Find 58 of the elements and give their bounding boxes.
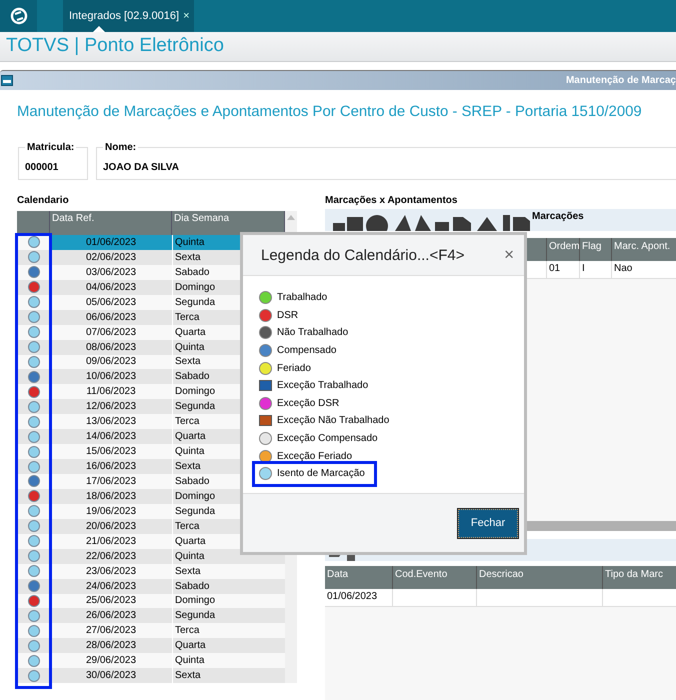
table-cell-text: 17/06/2023 bbox=[84, 474, 138, 489]
table-cell-text: 07/06/2023 bbox=[84, 326, 138, 340]
table-row[interactable]: 30/06/2023 Sexta bbox=[17, 668, 285, 684]
product-title: TOTVS | Ponto Eletrônico bbox=[0, 32, 676, 62]
window-header-title: Manutenção de Marcaç bbox=[566, 75, 676, 86]
table-cell-text: 04/06/2023 bbox=[84, 280, 138, 295]
table-cell-text: 18/06/2023 bbox=[84, 490, 138, 504]
table-cell: I bbox=[580, 261, 612, 278]
table-row[interactable]: 23/06/2023 Sexta bbox=[17, 564, 285, 579]
close-button[interactable]: Fechar bbox=[458, 508, 518, 538]
table-cell-text: 05/06/2023 bbox=[84, 296, 138, 310]
logo-icon[interactable] bbox=[10, 7, 28, 25]
close-icon[interactable]: × bbox=[504, 245, 514, 265]
table-row[interactable]: 26/06/2023 Segunda bbox=[17, 608, 285, 624]
field-label: Nome: bbox=[104, 142, 138, 153]
table-cell: Nao bbox=[612, 261, 676, 278]
table-cell-text: 12/06/2023 bbox=[84, 400, 138, 414]
table-cell-text: 29/06/2023 bbox=[84, 654, 138, 668]
table-cell-text: 23/06/2023 bbox=[84, 564, 138, 579]
table-cell-text: 22/06/2023 bbox=[84, 550, 138, 564]
table-cell-text: 02/06/2023 bbox=[84, 250, 138, 265]
table-row[interactable]: 27/06/2023 Terca bbox=[17, 623, 285, 638]
tab[interactable]: Integrados [02.9.0016] × bbox=[63, 0, 194, 32]
table-row[interactable]: 28/06/2023 Quarta bbox=[17, 638, 285, 654]
page-title: Manutenção de Marcações e Apontamentos Por Centro de Custo - SREP - Portaria 1510/2009 bbox=[16, 103, 643, 122]
table-cell-text: 16/06/2023 bbox=[84, 460, 138, 474]
section-label: Calendario bbox=[17, 195, 70, 207]
table-row[interactable]: 25/06/2023 Domingo bbox=[17, 594, 285, 608]
table-cell-text: 19/06/2023 bbox=[84, 504, 138, 519]
table-cell-text: 13/06/2023 bbox=[84, 415, 138, 430]
field-value: 000001 bbox=[25, 162, 60, 173]
table-cell-text: 20/06/2023 bbox=[84, 520, 138, 534]
table-cell-text: 27/06/2023 bbox=[84, 624, 138, 638]
table-cell-text: 21/06/2023 bbox=[84, 534, 138, 549]
table-cell: 01/06/2023 bbox=[325, 589, 393, 606]
window-icon bbox=[1, 75, 13, 86]
table-cell-text: 26/06/2023 bbox=[84, 609, 138, 624]
table-cell-text: 08/06/2023 bbox=[84, 340, 138, 354]
table-cell-text: 03/06/2023 bbox=[84, 266, 138, 280]
table-cell-text: 11/06/2023 bbox=[85, 385, 137, 400]
table-cell: 01/06/2023 bbox=[50, 235, 172, 250]
table-cell-text: 06/06/2023 bbox=[84, 310, 138, 325]
table-row[interactable]: 29/06/2023 Quinta bbox=[17, 653, 285, 668]
table-cell-text: 24/06/2023 bbox=[84, 580, 138, 594]
field-label: Matricula: bbox=[26, 142, 76, 153]
table-cell-text: 28/06/2023 bbox=[84, 639, 138, 654]
field-value: JOAO DA SILVA bbox=[103, 162, 180, 173]
table-row[interactable]: 24/06/2023 Sabado bbox=[17, 578, 285, 594]
section-label: Marcações x Apontamentos bbox=[325, 195, 458, 207]
table-cell-text: 25/06/2023 bbox=[84, 594, 138, 608]
table-cell-text: 14/06/2023 bbox=[84, 430, 138, 444]
toolbar-label: Marcações bbox=[532, 211, 584, 222]
table-cell-text: 10/06/2023 bbox=[84, 370, 138, 384]
table-cell-text: 30/06/2023 bbox=[84, 669, 138, 684]
table-cell-text: 15/06/2023 bbox=[84, 445, 138, 460]
table-cell: 01 bbox=[547, 261, 580, 278]
table-cell-text: 09/06/2023 bbox=[84, 355, 138, 370]
close-icon[interactable]: × bbox=[183, 10, 190, 22]
